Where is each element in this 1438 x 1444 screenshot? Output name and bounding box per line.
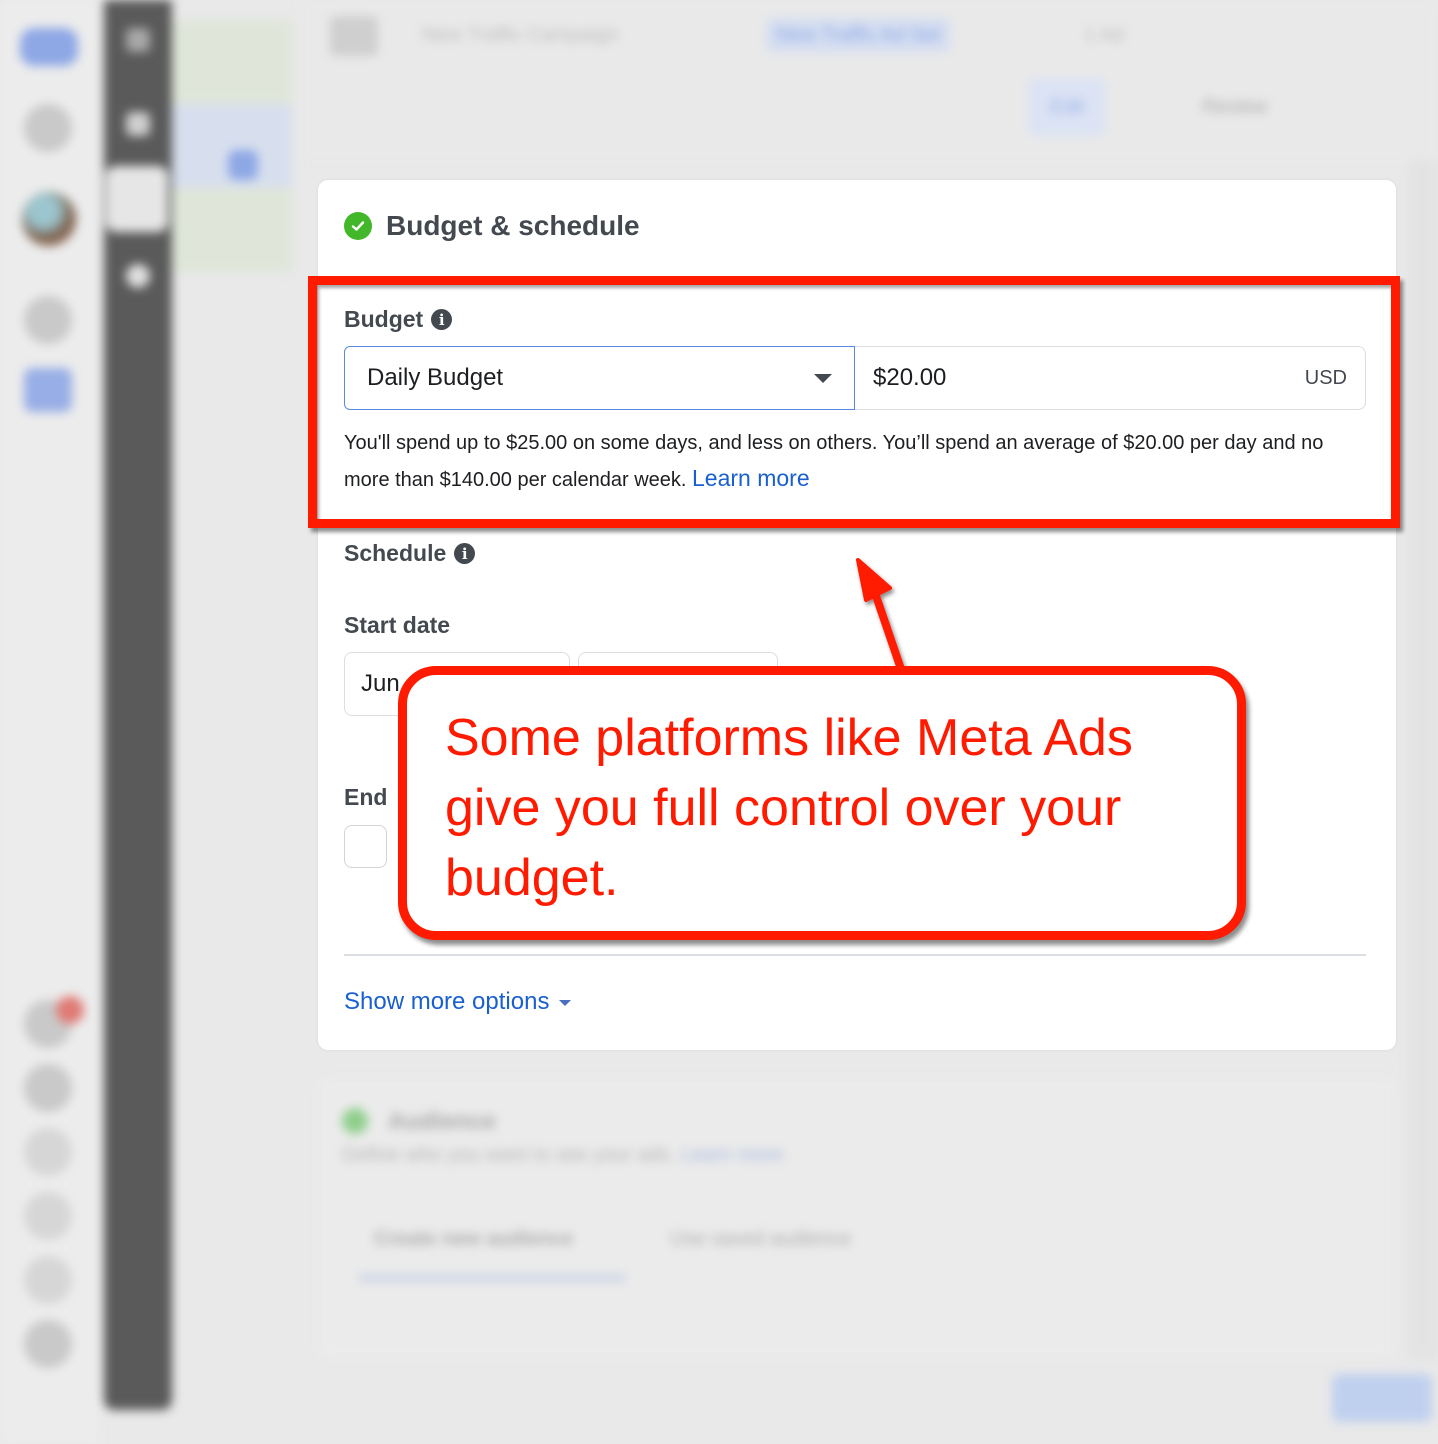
caret-down-icon [814,373,832,383]
start-date-label: Start date [344,612,451,638]
tree-item-ad[interactable] [172,188,292,272]
learn-more-link[interactable]: Learn more [692,465,810,491]
meta-logo-icon[interactable] [20,28,78,66]
schedule-label-text: Schedule [344,540,447,566]
breadcrumb-campaign[interactable]: New Traffic Campaign [412,18,628,52]
budget-type-value: Daily Budget [367,364,504,391]
profile-avatar[interactable] [22,192,76,246]
edit-icon[interactable] [106,166,168,232]
info-icon[interactable]: i [431,309,453,330]
alerts-icon[interactable] [24,1128,72,1176]
search-icon[interactable] [24,1192,72,1240]
audience-description-text: Define who you want to see your ads. [342,1144,676,1166]
annotation-callout: Some platforms like Meta Ads give you fu… [398,666,1246,940]
ads-manager-icon[interactable] [24,368,72,412]
audience-description: Define who you want to see your ads. Lea… [342,1144,783,1167]
schedule-label: Schedule i [344,540,476,567]
end-date-checkbox[interactable] [344,825,387,868]
info-icon[interactable]: i [454,543,476,564]
currency-label: USD [1304,366,1347,389]
audience-section: Audience Define who you want to see your… [318,1078,1396,1358]
ad-set-icon [228,150,258,180]
card-header: Budget & schedule [344,210,640,242]
tab-create-new-audience[interactable]: Create new audience [374,1228,573,1251]
budget-help-text-body: You'll spend up to $25.00 on some days, … [344,432,1324,491]
help-center-icon[interactable] [24,1256,72,1304]
active-tab-indicator [358,1274,626,1282]
check-icon [342,1108,368,1134]
tab-use-saved-audience[interactable]: Use saved audience [670,1228,851,1251]
chart-icon[interactable] [126,112,150,136]
grid-icon[interactable] [24,1320,72,1368]
audience-learn-more-link[interactable]: Learn more [681,1144,783,1166]
top-bar: New Traffic Campaign New Traffic Ad Set … [300,0,1438,160]
notification-badge [56,996,84,1024]
audience-title: Audience [388,1108,497,1135]
review-button[interactable]: Review [1180,78,1290,136]
end-label: End [344,784,388,810]
tree-item-campaign[interactable] [172,20,292,104]
show-more-options-label: Show more options [344,988,550,1015]
clock-icon[interactable] [126,264,150,288]
show-more-options-button[interactable]: Show more options [344,988,572,1016]
budget-amount-value: $20.00 [873,364,947,391]
budget-amount-input[interactable]: $20.00 USD [855,346,1366,410]
budget-type-dropdown[interactable]: Daily Budget [344,346,855,410]
breadcrumb-ad-set[interactable]: New Traffic Ad Set [766,18,951,52]
toggle-panel-button[interactable] [330,16,378,56]
global-nav [0,0,100,1444]
check-circle-icon [344,212,372,240]
next-button[interactable] [1332,1374,1432,1422]
budget-label: Budget i [344,306,453,333]
budget-help-text: You'll spend up to $25.00 on some days, … [344,426,1374,498]
close-icon[interactable] [126,28,150,52]
footer-bar [318,1370,1438,1444]
home-icon[interactable] [24,104,72,152]
settings-icon[interactable] [24,1064,72,1112]
scrollbar[interactable] [1408,160,1438,1360]
card-title: Budget & schedule [386,210,640,241]
callout-text: Some platforms like Meta Ads give you fu… [445,709,1133,907]
divider [344,954,1366,956]
breadcrumb-ad[interactable]: 1 Ad [1074,18,1134,52]
caret-down-icon [559,1000,572,1006]
budget-label-text: Budget [344,306,424,332]
edit-button[interactable]: Edit [1028,78,1107,136]
help-icon[interactable] [24,296,72,344]
campaign-tree [172,20,292,272]
